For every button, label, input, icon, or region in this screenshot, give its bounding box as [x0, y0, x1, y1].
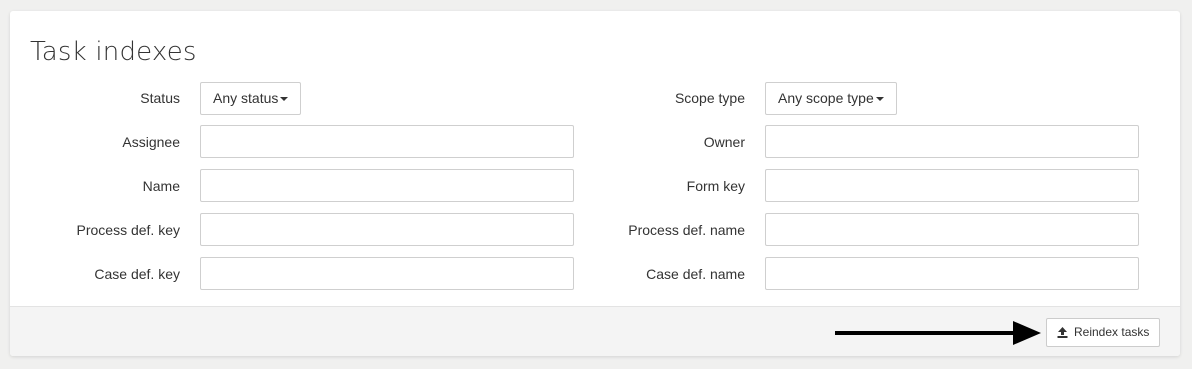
name-input[interactable] [200, 169, 574, 202]
owner-label: Owner [703, 134, 745, 150]
process-def-key-input[interactable] [200, 213, 574, 246]
case-def-key-input[interactable] [200, 257, 574, 290]
case-def-key-label: Case def. key [94, 266, 180, 282]
caret-down-icon [875, 97, 884, 102]
arrow-right-icon [835, 321, 1041, 345]
page-title: Task indexes [30, 37, 197, 67]
status-dropdown-value: Any status [213, 90, 279, 106]
assignee-input[interactable] [200, 125, 574, 158]
scope-type-dropdown[interactable]: Any scope type [765, 82, 897, 115]
reindex-tasks-label: Reindex tasks [1074, 325, 1150, 339]
process-def-name-input[interactable] [765, 213, 1139, 246]
scope-type-dropdown-value: Any scope type [778, 90, 874, 106]
panel-footer: Reindex tasks [10, 306, 1180, 356]
reindex-tasks-button[interactable]: Reindex tasks [1046, 318, 1161, 347]
name-label: Name [142, 178, 180, 194]
scope-type-label: Scope type [674, 90, 745, 106]
case-def-name-input[interactable] [765, 257, 1139, 290]
case-def-name-label: Case def. name [646, 266, 745, 282]
form-key-input[interactable] [765, 169, 1139, 202]
status-dropdown[interactable]: Any status [200, 82, 302, 115]
assignee-label: Assignee [122, 134, 180, 150]
task-indexes-panel: Task indexes Status Any status Scope typ… [10, 11, 1180, 356]
upload-icon [1057, 327, 1068, 338]
process-def-name-label: Process def. name [628, 222, 745, 238]
caret-down-icon [280, 97, 289, 102]
form-key-label: Form key [686, 178, 745, 194]
owner-input[interactable] [765, 125, 1139, 158]
status-label: Status [140, 90, 180, 106]
process-def-key-label: Process def. key [76, 222, 181, 238]
